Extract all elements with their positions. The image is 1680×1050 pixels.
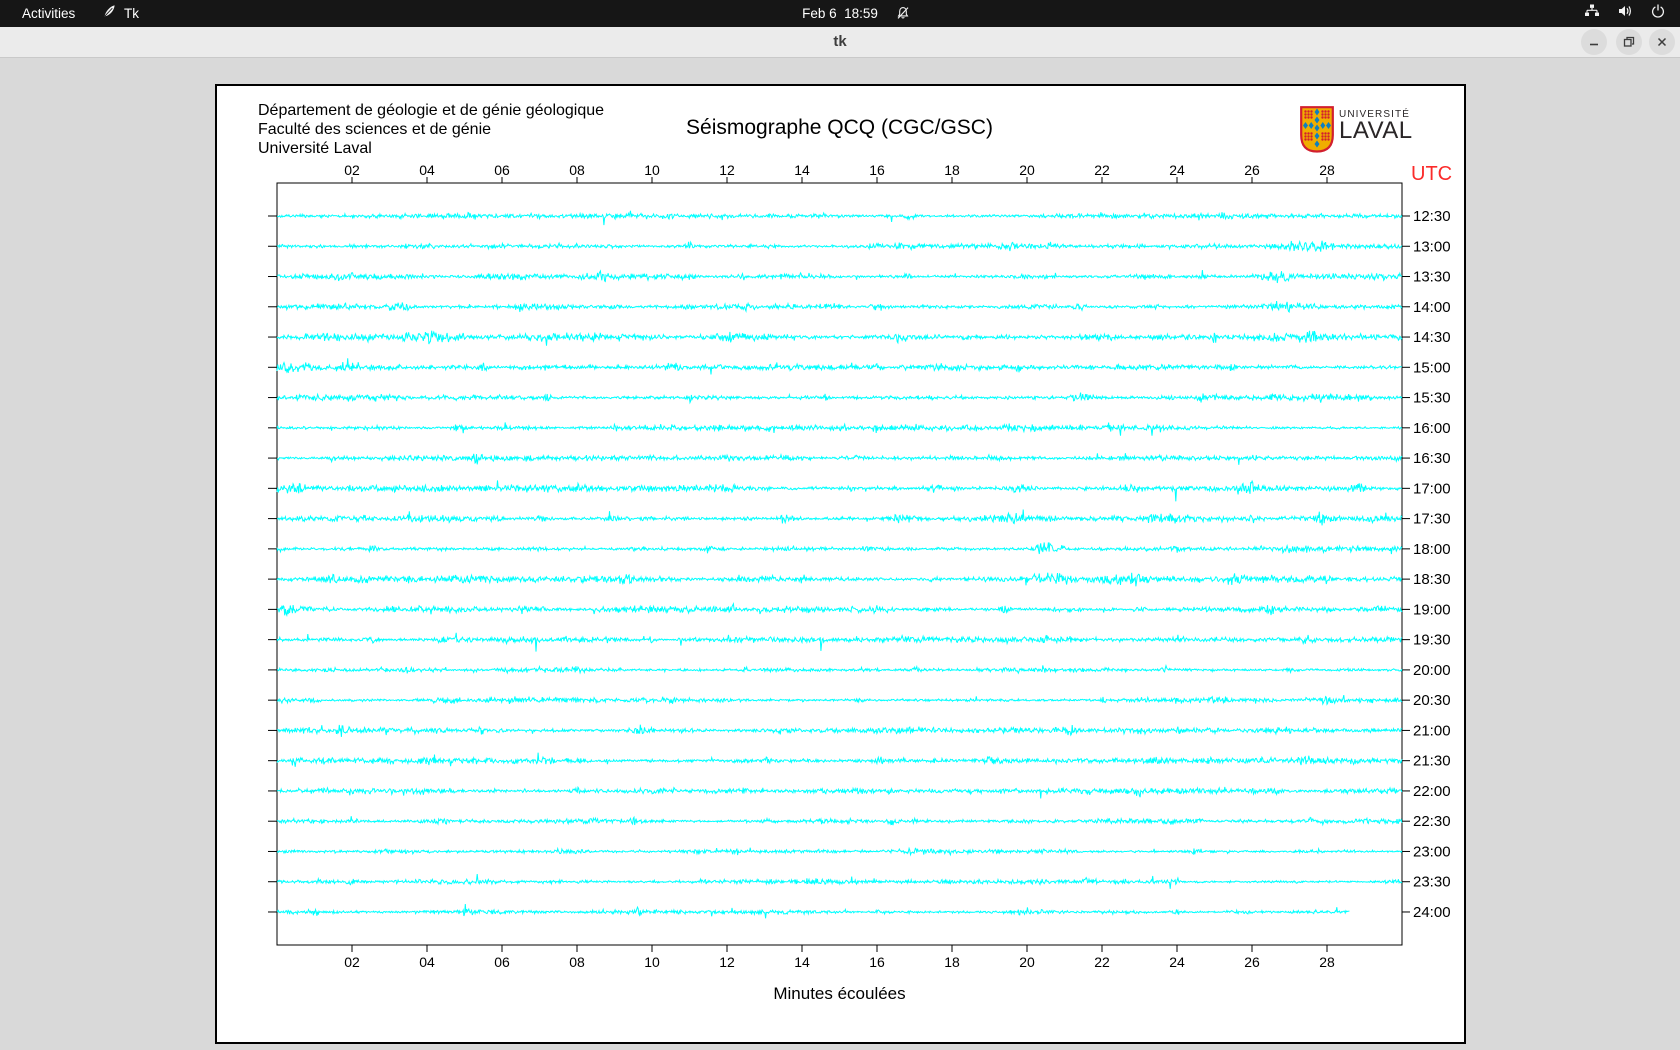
- seismogram-trace: [276, 392, 1403, 405]
- x-tick-label-bottom: 02: [344, 954, 360, 970]
- utc-time-label: 20:00: [1413, 662, 1451, 679]
- x-tick-label-top: 02: [344, 162, 360, 178]
- app-indicator-tk[interactable]: Tk: [102, 0, 139, 27]
- seismogram-plot: 02 02 04 04 06 06 08 08 10 10 12 12 14 14 16 16 18 18 20 20…: [268, 162, 1451, 970]
- utc-time-label: 22:30: [1413, 813, 1451, 830]
- x-tick-label-top: 14: [794, 162, 810, 178]
- seismogram-trace: [276, 815, 1403, 827]
- x-tick-label-bottom: 24: [1169, 954, 1185, 970]
- x-tick-label-top: 28: [1319, 162, 1335, 178]
- x-tick-label-top: 08: [569, 162, 585, 178]
- utc-time-label: 18:00: [1413, 541, 1451, 558]
- utc-time-label: 15:30: [1413, 390, 1451, 407]
- seismogram-trace: [276, 210, 1403, 226]
- utc-time-label: 19:30: [1413, 632, 1451, 649]
- utc-time-label: 24:00: [1413, 904, 1451, 921]
- seismogram-trace: [276, 358, 1403, 375]
- x-tick-label-bottom: 28: [1319, 954, 1335, 970]
- utc-time-label: 23:00: [1413, 843, 1451, 860]
- seismogram-trace: [276, 330, 1403, 346]
- minimize-button[interactable]: [1581, 29, 1607, 55]
- tk-feather-icon: [102, 4, 117, 24]
- utc-time-label: 17:00: [1413, 480, 1451, 497]
- seismograph-canvas: Département de géologie et de génie géol…: [215, 84, 1466, 1044]
- x-tick-label-bottom: 08: [569, 954, 585, 970]
- window-titlebar[interactable]: tk: [0, 27, 1680, 58]
- utc-time-label: 16:30: [1413, 450, 1451, 467]
- system-status-area[interactable]: [1584, 0, 1666, 27]
- utc-time-label: 21:30: [1413, 753, 1451, 770]
- x-tick-label-top: 06: [494, 162, 510, 178]
- seismogram-trace: [276, 479, 1403, 502]
- seismogram-trace: [276, 572, 1403, 587]
- x-tick-label-bottom: 18: [944, 954, 960, 970]
- utc-time-label: 21:00: [1413, 722, 1451, 739]
- x-tick-label-bottom: 10: [644, 954, 660, 970]
- seismogram-trace: [276, 542, 1403, 555]
- seismogram-trace: [277, 509, 1403, 526]
- x-tick-label-bottom: 20: [1019, 954, 1035, 970]
- utc-time-label: 14:30: [1413, 329, 1451, 346]
- plot-border: [276, 182, 1403, 946]
- close-button[interactable]: [1649, 29, 1675, 55]
- x-tick-label-bottom: 14: [794, 954, 810, 970]
- utc-time-label: 20:30: [1413, 692, 1451, 709]
- seismogram-trace: [276, 453, 1403, 465]
- utc-time-label: 13:30: [1413, 269, 1451, 286]
- utc-time-label: 14:00: [1413, 299, 1451, 316]
- x-tick-label-bottom: 12: [719, 954, 735, 970]
- x-tick-label-top: 18: [944, 162, 960, 178]
- seismogram-trace: [276, 724, 1403, 737]
- x-tick-label-top: 20: [1019, 162, 1035, 178]
- seismogram-trace: [277, 301, 1403, 314]
- volume-icon: [1617, 3, 1633, 24]
- seismogram-trace: [276, 239, 1403, 253]
- seismogram-trace: [276, 694, 1403, 706]
- seismogram-trace: [276, 602, 1403, 618]
- x-tick-label-top: 24: [1169, 162, 1185, 178]
- seismogram-trace: [276, 632, 1403, 652]
- utc-time-label: 22:00: [1413, 783, 1451, 800]
- clock-button[interactable]: Feb 6 18:59: [802, 0, 878, 27]
- network-wired-icon: [1584, 3, 1600, 24]
- seismogram-trace: [276, 903, 1350, 919]
- x-tick-label-bottom: 26: [1244, 954, 1260, 970]
- x-tick-label-top: 16: [869, 162, 885, 178]
- tk-window-content: Département de géologie et de génie géol…: [0, 58, 1680, 1050]
- seismogram-trace: [276, 874, 1403, 889]
- x-tick-label-bottom: 22: [1094, 954, 1110, 970]
- power-icon: [1650, 3, 1666, 24]
- utc-time-label: 15:00: [1413, 359, 1451, 376]
- utc-time-label: 19:00: [1413, 601, 1451, 618]
- x-tick-label-bottom: 16: [869, 954, 885, 970]
- gnome-top-bar: Activities Tk Feb 6 18:59: [0, 0, 1680, 27]
- utc-time-label: 23:30: [1413, 874, 1451, 891]
- seismogram-trace: [276, 846, 1403, 857]
- notifications-off-icon: [895, 5, 911, 26]
- seismogram-trace: [276, 752, 1403, 767]
- seismogram-trace: [276, 269, 1403, 284]
- x-tick-label-top: 26: [1244, 162, 1260, 178]
- x-tick-label-top: 12: [719, 162, 735, 178]
- utc-time-label: 17:30: [1413, 511, 1451, 528]
- utc-time-label: 13:00: [1413, 238, 1451, 255]
- x-tick-label-top: 22: [1094, 162, 1110, 178]
- utc-time-label: 12:30: [1413, 208, 1451, 225]
- utc-time-label: 18:30: [1413, 571, 1451, 588]
- window-title: tk: [833, 33, 847, 50]
- seismogram-trace: [276, 422, 1403, 436]
- x-tick-label-bottom: 06: [494, 954, 510, 970]
- x-tick-label-top: 10: [644, 162, 660, 178]
- restore-button[interactable]: [1616, 29, 1642, 55]
- seismogram-trace: [276, 663, 1403, 675]
- utc-time-label: 16:00: [1413, 420, 1451, 437]
- app-indicator-label: Tk: [124, 6, 139, 21]
- seismogram-trace: [276, 785, 1403, 799]
- x-tick-label-bottom: 04: [419, 954, 435, 970]
- activities-button[interactable]: Activities: [14, 0, 83, 27]
- x-tick-label-top: 04: [419, 162, 435, 178]
